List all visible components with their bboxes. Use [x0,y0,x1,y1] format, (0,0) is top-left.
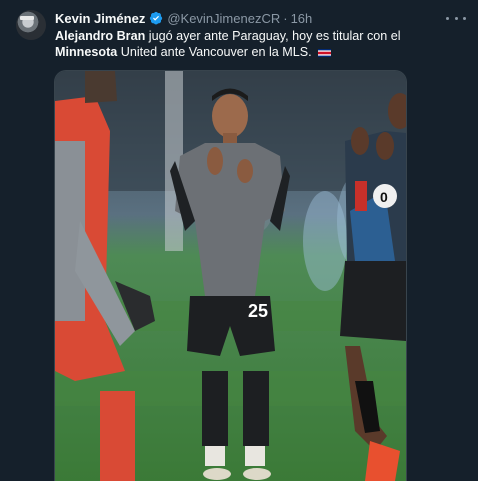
text-segment-player[interactable]: Alejandro Bran [55,29,145,43]
text-segment-team: Minnesota [55,45,118,59]
tweet-header: Kevin Jiménez @KevinJimenezCR · 16h [55,9,312,27]
more-options-icon[interactable] [446,11,466,25]
text-segment-3: United ante Vancouver en la MLS. [117,45,312,59]
author-handle[interactable]: @KevinJimenezCR [167,11,280,26]
jersey-number-right: 0 [380,189,388,205]
text-segment-1: jugó ayer ante Paraguay, hoy es titular … [145,29,401,43]
costa-rica-flag-icon [318,48,332,57]
separator-dot: · [283,10,288,26]
verified-badge-icon [150,11,163,25]
tweet-timestamp[interactable]: 16h [291,11,313,26]
author-avatar[interactable] [16,10,46,40]
jersey-number-left: 25 [248,301,268,321]
author-name[interactable]: Kevin Jiménez [55,11,145,26]
tweet-card[interactable]: Kevin Jiménez @KevinJimenezCR · 16h Alej… [0,0,478,481]
football-match-photo: 25 0 [55,71,406,481]
tweet-photo[interactable]: 25 0 [54,70,407,481]
tweet-text: Alejandro Bran jugó ayer ante Paraguay, … [55,28,465,60]
